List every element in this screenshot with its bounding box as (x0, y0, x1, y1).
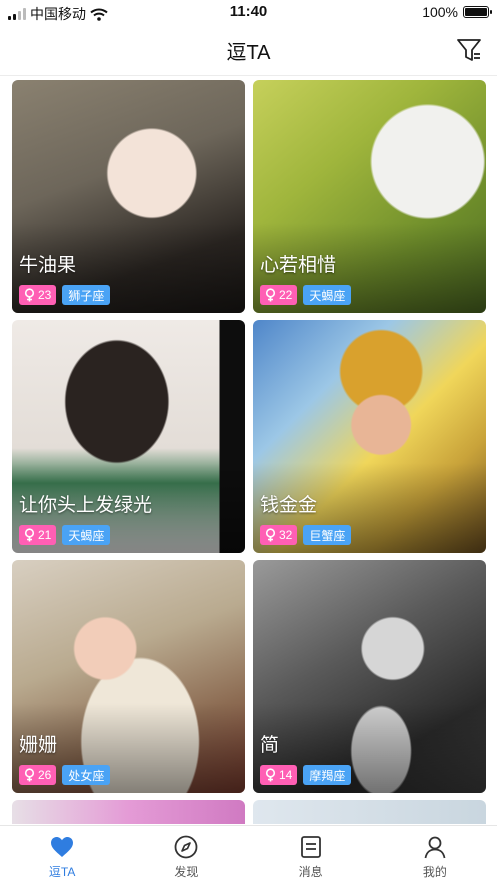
user-card[interactable]: 心若相惜 22 天蝎座 (253, 80, 486, 313)
user-name: 姗姗 (19, 735, 58, 756)
zodiac-badge: 天蝎座 (303, 285, 352, 305)
user-name: 简 (260, 735, 280, 756)
message-icon (300, 836, 321, 858)
zodiac-badge: 处女座 (62, 765, 111, 785)
user-card[interactable] (12, 800, 245, 824)
gender-age-badge: 22 (260, 285, 298, 305)
user-name: 钱金金 (260, 495, 318, 516)
user-tags: 21 天蝎座 (19, 525, 111, 545)
tab-label: 逗TA (48, 865, 76, 879)
zodiac-badge: 巨蟹座 (303, 525, 352, 545)
user-name: 心若相惜 (260, 255, 337, 276)
zodiac-badge: 摩羯座 (303, 765, 352, 785)
user-age: 22 (279, 288, 293, 302)
status-bar: 中国移动 11:40 100% (0, 0, 497, 26)
user-tags: 32 巨蟹座 (260, 525, 352, 545)
user-card[interactable] (253, 800, 486, 824)
compass-icon (174, 835, 198, 859)
female-icon (265, 528, 276, 542)
user-age: 23 (38, 288, 52, 302)
user-name: 让你头上发绿光 (19, 495, 153, 516)
heart-icon (51, 837, 74, 857)
tab-bar: 逗TA 发现 消息 我的 (0, 825, 497, 883)
gender-age-badge: 14 (260, 765, 298, 785)
gender-age-badge: 21 (19, 525, 57, 545)
user-age: 26 (38, 768, 52, 782)
user-age: 32 (279, 528, 293, 542)
tab-label: 我的 (422, 865, 447, 879)
page-title: 逗TA (226, 42, 271, 64)
user-card[interactable]: 姗姗 26 处女座 (12, 560, 245, 793)
user-card[interactable]: 钱金金 32 巨蟹座 (253, 320, 486, 553)
user-age: 14 (279, 768, 293, 782)
zodiac-badge: 天蝎座 (62, 525, 111, 545)
user-tags: 22 天蝎座 (260, 285, 352, 305)
zodiac-badge: 狮子座 (62, 285, 111, 305)
user-name: 牛油果 (19, 255, 77, 276)
user-card[interactable]: 让你头上发绿光 21 天蝎座 (12, 320, 245, 553)
user-photo (12, 800, 245, 824)
female-icon (24, 288, 35, 302)
user-photo (253, 800, 486, 824)
tab-profile[interactable]: 我的 (373, 826, 497, 883)
female-icon (24, 768, 35, 782)
user-age: 21 (38, 528, 52, 542)
tab-label: 发现 (174, 865, 199, 879)
gender-age-badge: 26 (19, 765, 57, 785)
user-icon (424, 836, 446, 859)
female-icon (265, 288, 276, 302)
tab-discover[interactable]: 发现 (124, 826, 248, 883)
user-tags: 14 摩羯座 (260, 765, 352, 785)
female-icon (24, 528, 35, 542)
nav-bar: 逗TA (0, 26, 497, 76)
gender-age-badge: 32 (260, 525, 298, 545)
filter-icon (457, 39, 481, 61)
battery-icon (463, 6, 492, 18)
battery-percent: 100% (422, 4, 458, 20)
status-right: 100% (422, 4, 492, 20)
tab-label: 消息 (298, 865, 323, 879)
user-grid: 牛油果 23 狮子座 心若相惜 22 天蝎座 让你头上发绿光 21 天蝎座 钱金… (12, 80, 486, 824)
user-tags: 26 处女座 (19, 765, 111, 785)
user-card[interactable]: 简 14 摩羯座 (253, 560, 486, 793)
tab-doudou[interactable]: 逗TA (0, 826, 124, 883)
user-tags: 23 狮子座 (19, 285, 111, 305)
female-icon (265, 768, 276, 782)
gender-age-badge: 23 (19, 285, 57, 305)
tab-messages[interactable]: 消息 (249, 826, 373, 883)
user-card[interactable]: 牛油果 23 狮子座 (12, 80, 245, 313)
filter-button[interactable] (455, 36, 483, 64)
